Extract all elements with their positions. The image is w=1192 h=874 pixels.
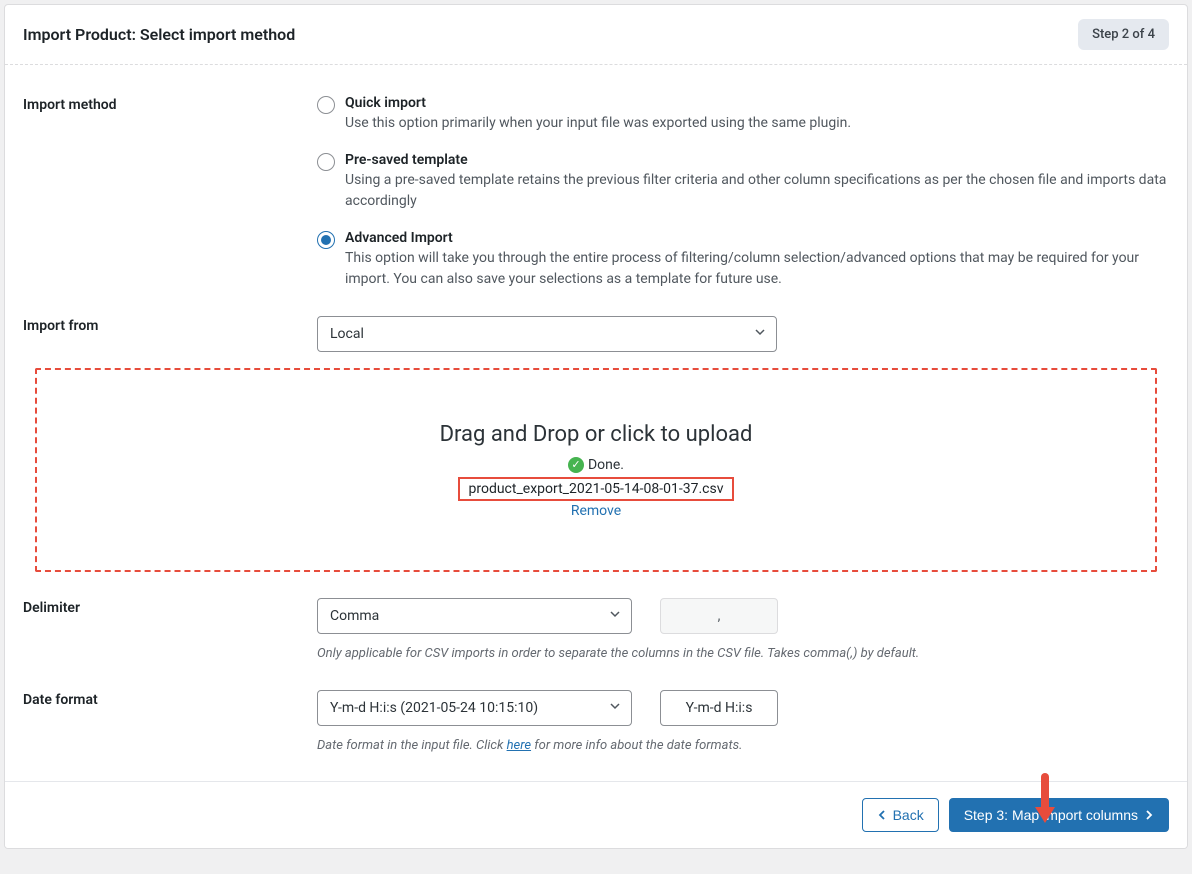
- delimiter-label: Delimiter: [23, 598, 317, 664]
- delimiter-help: Only applicable for CSV imports in order…: [317, 644, 1169, 664]
- next-step-button[interactable]: Step 3: Map import columns: [949, 798, 1169, 832]
- date-format-label: Date format: [23, 690, 317, 756]
- date-format-help: Date format in the input file. Click her…: [317, 736, 1169, 756]
- radio-title: Advanced Import: [345, 230, 1169, 246]
- upload-status: ✓ Done.: [568, 457, 624, 473]
- select-value: Comma: [330, 608, 379, 624]
- radio-text: Advanced Import This option will take yo…: [345, 230, 1169, 290]
- import-product-card: Import Product: Select import method Ste…: [4, 4, 1188, 849]
- radio-input[interactable]: [317, 96, 335, 114]
- radio-desc: Use this option primarily when your inpu…: [345, 113, 1169, 134]
- delimiter-field: Comma , Only applicable for CSV imports …: [317, 598, 1169, 664]
- delimiter-value-display: ,: [660, 598, 778, 634]
- uploaded-filename: product_export_2021-05-14-08-01-37.csv: [458, 477, 733, 501]
- date-format-select[interactable]: Y-m-d H:i:s (2021-05-24 10:15:10): [317, 690, 632, 726]
- done-label: Done.: [588, 457, 624, 473]
- radio-input[interactable]: [317, 153, 335, 171]
- chevron-right-icon: [1144, 807, 1154, 823]
- dropzone-title: Drag and Drop or click to upload: [440, 422, 753, 447]
- radio-desc: Using a pre-saved template retains the p…: [345, 170, 1169, 212]
- card-footer: Back Step 3: Map import columns: [5, 781, 1187, 848]
- remove-file-link[interactable]: Remove: [571, 503, 621, 519]
- back-label: Back: [893, 807, 924, 823]
- step-badge: Step 2 of 4: [1078, 19, 1169, 50]
- card-header: Import Product: Select import method Ste…: [5, 5, 1187, 65]
- import-method-row: Import method Quick import Use this opti…: [23, 95, 1169, 290]
- date-format-value-display: Y-m-d H:i:s: [660, 690, 778, 726]
- import-from-row: Import from Local: [23, 316, 1169, 352]
- radio-input[interactable]: [317, 231, 335, 249]
- check-circle-icon: ✓: [568, 457, 584, 473]
- page-title: Import Product: Select import method: [23, 25, 295, 44]
- import-from-field: Local: [317, 316, 1169, 352]
- chevron-down-icon: [754, 326, 766, 342]
- date-format-field: Y-m-d H:i:s (2021-05-24 10:15:10) Y-m-d …: [317, 690, 1169, 756]
- chevron-down-icon: [609, 608, 621, 624]
- back-button[interactable]: Back: [862, 798, 939, 832]
- date-format-help-link[interactable]: here: [507, 738, 531, 753]
- delimiter-select[interactable]: Comma: [317, 598, 632, 634]
- import-from-label: Import from: [23, 316, 317, 352]
- radio-title: Quick import: [345, 95, 1169, 111]
- radio-text: Quick import Use this option primarily w…: [345, 95, 1169, 134]
- radio-text: Pre-saved template Using a pre-saved tem…: [345, 152, 1169, 212]
- radio-option-advanced-import[interactable]: Advanced Import This option will take yo…: [317, 230, 1169, 290]
- help-suffix: for more info about the date formats.: [531, 738, 742, 753]
- select-value: Local: [330, 326, 364, 342]
- radio-title: Pre-saved template: [345, 152, 1169, 168]
- chevron-left-icon: [877, 807, 887, 823]
- radio-option-presaved-template[interactable]: Pre-saved template Using a pre-saved tem…: [317, 152, 1169, 212]
- import-method-options: Quick import Use this option primarily w…: [317, 95, 1169, 290]
- radio-option-quick-import[interactable]: Quick import Use this option primarily w…: [317, 95, 1169, 134]
- radio-desc: This option will take you through the en…: [345, 248, 1169, 290]
- arrow-annotation-icon: [1033, 773, 1057, 829]
- file-dropzone[interactable]: Drag and Drop or click to upload ✓ Done.…: [35, 368, 1157, 572]
- delimiter-row: Delimiter Comma , Only applicable for CS…: [23, 598, 1169, 664]
- card-body: Import method Quick import Use this opti…: [5, 65, 1187, 781]
- import-method-label: Import method: [23, 95, 317, 290]
- chevron-down-icon: [609, 700, 621, 716]
- help-prefix: Date format in the input file. Click: [317, 738, 507, 753]
- import-from-select[interactable]: Local: [317, 316, 777, 352]
- date-format-row: Date format Y-m-d H:i:s (2021-05-24 10:1…: [23, 690, 1169, 756]
- select-value: Y-m-d H:i:s (2021-05-24 10:15:10): [330, 700, 538, 716]
